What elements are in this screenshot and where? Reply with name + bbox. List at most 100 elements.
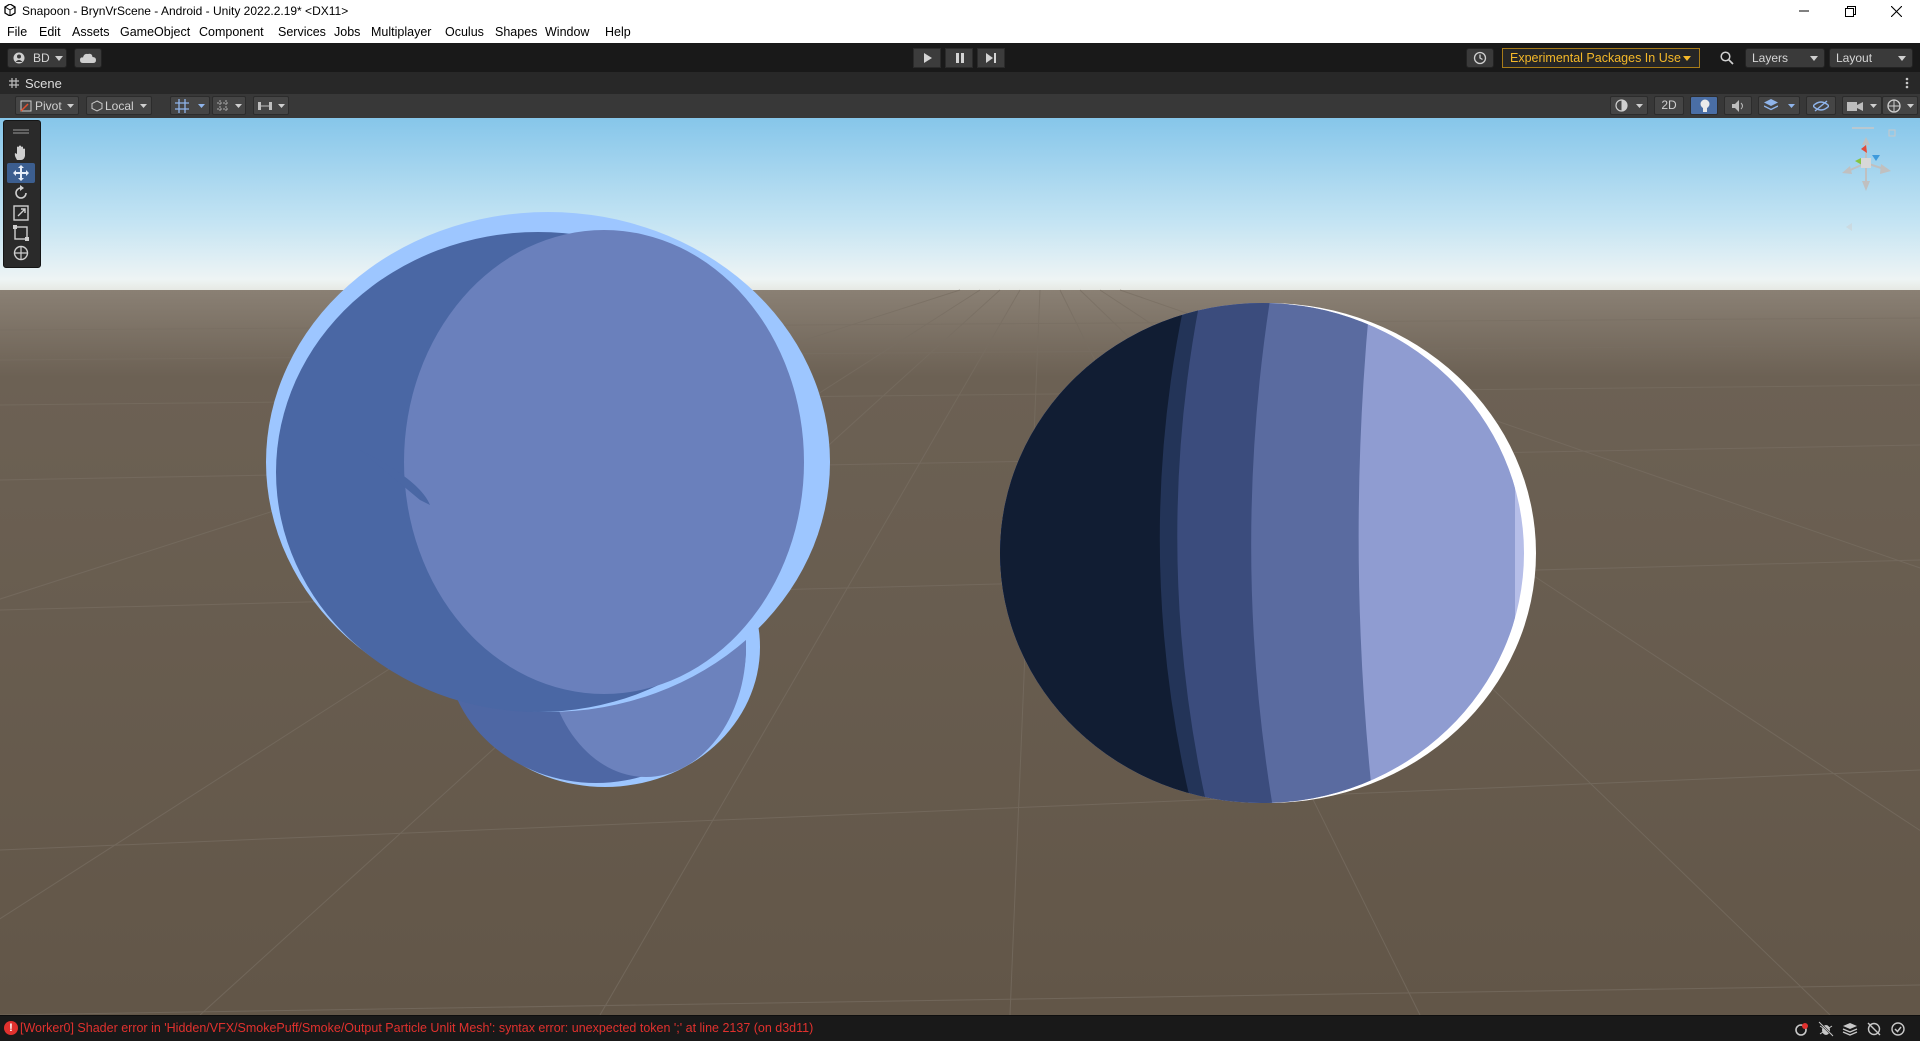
audio-toggle[interactable]	[1724, 96, 1752, 115]
menu-multiplayer[interactable]: Multiplayer	[371, 25, 431, 39]
pivot-icon	[20, 100, 32, 112]
status-bar: ! [Worker0] Shader error in 'Hidden/VFX/…	[0, 1015, 1920, 1041]
layers-label: Layers	[1752, 51, 1789, 65]
pivot-dropdown[interactable]: Pivot	[15, 96, 79, 115]
hand-tool[interactable]	[7, 143, 35, 163]
menu-jobs[interactable]: Jobs	[334, 25, 360, 39]
layers-dropdown[interactable]: Layers	[1745, 48, 1825, 68]
increment-snap-icon	[217, 100, 229, 112]
chevron-down-icon	[198, 104, 205, 108]
chevron-down-icon	[1907, 104, 1914, 108]
search-icon	[1720, 51, 1734, 65]
drag-handle-icon	[13, 129, 29, 134]
chevron-down-icon	[235, 104, 242, 108]
chevron-down-icon	[1870, 104, 1877, 108]
restore-button[interactable]	[1827, 0, 1873, 22]
draw-mode-dropdown[interactable]	[1610, 96, 1648, 115]
menu-oculus[interactable]: Oculus	[445, 25, 484, 39]
cloud-button[interactable]	[74, 48, 102, 68]
move-tool[interactable]	[7, 163, 35, 183]
cloud-icon	[80, 53, 96, 63]
menu-file[interactable]: File	[7, 25, 27, 39]
tools-panel	[3, 120, 41, 268]
rotate-tool[interactable]	[7, 183, 35, 203]
menu-services[interactable]: Services	[278, 25, 326, 39]
scale-icon	[13, 205, 29, 221]
scene-visibility-toggle[interactable]	[1806, 96, 1836, 115]
minimize-button[interactable]	[1781, 0, 1827, 22]
bug-disabled-icon[interactable]	[1818, 1021, 1834, 1037]
play-button[interactable]	[913, 48, 941, 68]
scale-tool[interactable]	[7, 203, 35, 223]
menu-shapes[interactable]: Shapes	[495, 25, 537, 39]
pause-button[interactable]	[945, 48, 973, 68]
grid-snap-icon	[175, 99, 189, 113]
step-button[interactable]	[977, 48, 1005, 68]
window-title: Snapoon - BrynVrScene - Android - Unity …	[22, 4, 349, 18]
kebab-menu-icon[interactable]	[1905, 77, 1909, 89]
menu-gameobject[interactable]: GameObject	[120, 25, 190, 39]
scene-toolbar: Pivot Local 2D	[0, 94, 1920, 119]
effects-dropdown[interactable]	[1758, 96, 1800, 115]
grid-snap-dropdown[interactable]	[170, 96, 210, 115]
pause-icon	[956, 53, 964, 63]
chevron-down-icon	[1898, 56, 1906, 61]
minimize-icon	[1799, 10, 1809, 12]
experimental-packages-dropdown[interactable]: Experimental Packages In Use	[1502, 48, 1700, 68]
lighting-toggle[interactable]	[1690, 96, 1718, 115]
close-button[interactable]	[1873, 0, 1919, 22]
chevron-down-icon	[1810, 56, 1818, 61]
transform-tool[interactable]	[7, 243, 35, 263]
transform-icon	[13, 245, 29, 261]
menu-edit[interactable]: Edit	[39, 25, 61, 39]
cache-server-icon[interactable]	[1793, 1021, 1809, 1037]
chevron-down-icon	[278, 104, 285, 108]
restore-icon	[1844, 6, 1856, 17]
account-label: BD	[33, 51, 50, 65]
tab-scene[interactable]: Scene	[25, 76, 62, 91]
account-dropdown[interactable]: BD	[7, 48, 67, 68]
pivot-label: Pivot	[35, 99, 62, 113]
menu-window[interactable]: Window	[545, 25, 589, 39]
error-icon: !	[4, 1021, 18, 1035]
network-disabled-icon[interactable]	[1866, 1021, 1882, 1037]
local-dropdown[interactable]: Local	[86, 96, 152, 115]
layout-dropdown[interactable]: Layout	[1829, 48, 1913, 68]
toggle-2d-button[interactable]: 2D	[1654, 96, 1684, 115]
menu-component[interactable]: Component	[199, 25, 264, 39]
scene-render	[0, 118, 1920, 1015]
scene-orientation-gizmo[interactable]	[1830, 125, 1900, 235]
axis-gizmo-icon	[1842, 127, 1896, 231]
effects-layers-icon	[1764, 99, 1778, 111]
align-dropdown[interactable]	[253, 96, 289, 115]
unity-logo-icon	[4, 4, 16, 16]
increment-snap-dropdown[interactable]	[212, 96, 246, 115]
menu-help[interactable]: Help	[605, 25, 631, 39]
chevron-down-icon	[1683, 56, 1691, 61]
window-titlebar: Snapoon - BrynVrScene - Android - Unity …	[0, 0, 1920, 22]
local-cube-icon	[91, 100, 103, 112]
scene-grid-icon	[9, 78, 19, 88]
search-button[interactable]	[1716, 48, 1738, 68]
history-icon	[1473, 51, 1487, 65]
gizmos-dropdown[interactable]	[1882, 96, 1918, 115]
console-error-message[interactable]: [Worker0] Shader error in 'Hidden/VFX/Sm…	[20, 1021, 813, 1035]
shading-sphere-icon	[1615, 99, 1628, 112]
scene-tab-bar: Scene	[0, 72, 1920, 95]
history-button[interactable]	[1466, 48, 1494, 68]
drag-handle[interactable]	[7, 123, 35, 143]
chevron-down-icon	[140, 104, 147, 108]
check-circle-icon[interactable]	[1890, 1021, 1906, 1037]
chevron-down-icon	[1788, 104, 1795, 108]
camera-icon	[1847, 102, 1863, 111]
local-label: Local	[105, 99, 134, 113]
stack-layers-icon[interactable]	[1842, 1021, 1858, 1037]
rotate-icon	[15, 185, 27, 199]
rect-tool[interactable]	[7, 223, 35, 243]
scene-viewport[interactable]	[0, 118, 1920, 1015]
chevron-down-icon	[55, 56, 63, 61]
lightbulb-icon	[1700, 99, 1710, 112]
camera-dropdown[interactable]	[1842, 96, 1882, 115]
gizmo-globe-icon	[1887, 99, 1901, 113]
menu-assets[interactable]: Assets	[72, 25, 110, 39]
